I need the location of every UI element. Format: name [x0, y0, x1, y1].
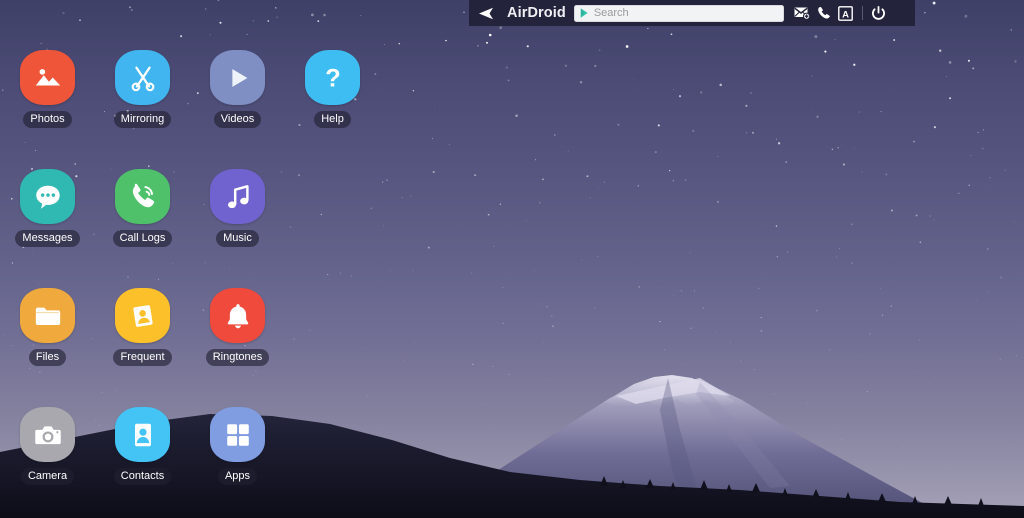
desktop-icon-help[interactable]: ? Help	[285, 50, 380, 128]
desktop-icon-apps[interactable]: Apps	[190, 407, 285, 485]
files-icon-tile[interactable]	[20, 288, 75, 343]
question-mark-icon: ?	[325, 64, 340, 92]
desktop-icon-ringtones[interactable]: Ringtones	[190, 288, 285, 366]
desktop-icon-camera[interactable]: Camera	[0, 407, 95, 485]
camera-icon-tile[interactable]	[20, 407, 75, 462]
svg-text:A: A	[842, 9, 849, 20]
apps-label: Apps	[217, 468, 258, 485]
contacts-icon-tile[interactable]	[115, 407, 170, 462]
messages-notification-icon[interactable]	[791, 0, 813, 26]
phone-handset-icon[interactable]	[813, 0, 835, 26]
search-field-container[interactable]	[573, 4, 784, 22]
calllogs-icon-tile[interactable]	[115, 169, 170, 224]
videos-label: Videos	[213, 111, 262, 128]
desktop-icon-mirroring[interactable]: Mirroring	[95, 50, 190, 128]
calllogs-label: Call Logs	[112, 230, 173, 247]
files-label: Files	[28, 349, 67, 366]
airdroid-logo-text: AirDroid	[507, 5, 566, 21]
svg-text:?: ?	[325, 64, 340, 92]
desktop-icon-photos[interactable]: Photos	[0, 50, 95, 128]
desktop-icon-music[interactable]: Music	[190, 169, 285, 247]
scissors-icon	[131, 66, 154, 91]
desktop-icon-messages[interactable]: Messages	[0, 169, 95, 247]
photos-label: Photos	[23, 111, 72, 128]
messages-icon-tile[interactable]	[20, 169, 75, 224]
camera-label: Camera	[20, 468, 75, 485]
desktop-icon-videos[interactable]: Videos	[190, 50, 285, 128]
phone-waves-icon	[132, 183, 154, 207]
ringtones-label: Ringtones	[205, 349, 270, 366]
frequent-label: Frequent	[113, 349, 172, 366]
camera-icon	[34, 425, 61, 444]
play-triangle-icon	[231, 68, 247, 87]
help-label: Help	[314, 111, 351, 128]
person-card-icon	[134, 423, 151, 446]
desktop-icon-calllogs[interactable]: Call Logs	[95, 169, 190, 247]
music-label: Music	[216, 230, 259, 247]
toolbar-divider	[861, 6, 863, 20]
apps-icon-tile[interactable]	[210, 407, 265, 462]
mirroring-icon-tile[interactable]	[115, 50, 170, 105]
chat-bubble-icon	[35, 185, 60, 209]
google-play-triangle-icon	[580, 8, 588, 18]
photo-image-icon	[35, 68, 60, 85]
mirroring-label: Mirroring	[113, 111, 172, 128]
grid-squares-icon	[226, 423, 249, 446]
airdroid-toolbar: AirDroid A	[469, 0, 915, 26]
music-note-icon	[227, 184, 249, 208]
airdroid-logo[interactable]: AirDroid	[478, 5, 566, 21]
desktop-icon-frequent[interactable]: Frequent	[95, 288, 190, 366]
frequent-icon-tile[interactable]	[115, 288, 170, 343]
search-input[interactable]	[593, 5, 778, 21]
music-icon-tile[interactable]	[210, 169, 265, 224]
messages-label: Messages	[15, 230, 80, 247]
bell-icon	[227, 303, 248, 328]
airdroid-arrow-logo-icon	[479, 7, 493, 19]
photos-icon-tile[interactable]	[20, 50, 75, 105]
videos-icon-tile[interactable]	[210, 50, 265, 105]
toolbar-action-icons: A	[791, 0, 890, 26]
desktop-icon-contacts[interactable]: Contacts	[95, 407, 190, 485]
help-icon-tile[interactable]: ?	[305, 50, 360, 105]
contact-card-icon	[132, 304, 153, 327]
power-button-icon[interactable]	[868, 0, 890, 26]
ringtones-icon-tile[interactable]	[210, 288, 265, 343]
folder-icon	[35, 307, 60, 325]
letter-a-box-icon[interactable]: A	[835, 0, 857, 26]
desktop-icon-files[interactable]: Files	[0, 288, 95, 366]
contacts-label: Contacts	[113, 468, 172, 485]
